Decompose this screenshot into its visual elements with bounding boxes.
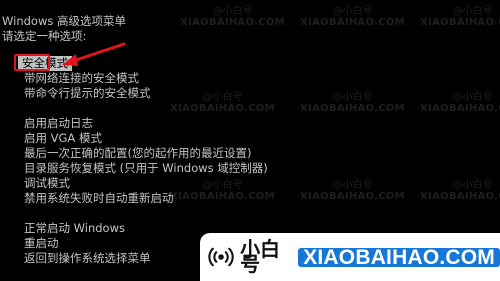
menu-item-start-normally[interactable]: 正常启动 Windows: [24, 221, 125, 236]
watermark-domain: XIAOBAIHAO.COM: [420, 191, 500, 202]
watermark-domain: XIAOBAIHAO.COM: [180, 17, 285, 28]
watermark: @小白号 XIAOBAIHAO.COM: [300, 92, 405, 114]
watermark-domain: XIAOBAIHAO.COM: [170, 103, 275, 114]
arrow-icon: [62, 42, 126, 66]
watermark-text: @小白号: [202, 180, 243, 191]
broadcast-icon: [208, 247, 234, 267]
menu-item-disable-auto-restart[interactable]: 禁用系统失败时自动重新启动: [24, 191, 174, 206]
menu-title: Windows 高级选项菜单: [2, 14, 126, 28]
highlight-box: [14, 54, 50, 71]
watermark-domain: XIAOBAIHAO.COM: [300, 191, 405, 202]
watermark: @小白号 XIAOBAIHAO.COM: [300, 6, 405, 28]
boot-menu-screen: @小白号 XIAOBAIHAO.COM @小白号 XIAOBAIHAO.COM …: [0, 0, 500, 281]
brand-logo: 小白号 XIAOBAIHAO.COM: [200, 233, 500, 281]
watermark-text: @小白号: [332, 92, 373, 103]
menu-item-return-to-os-choices[interactable]: 返回到操作系统选择菜单: [24, 251, 151, 266]
menu-item-last-known-good[interactable]: 最后一次正确的配置(您的起作用的最近设置): [24, 146, 251, 161]
watermark-text: @小白号: [332, 6, 373, 17]
watermark-text: @小白号: [202, 92, 243, 103]
watermark: @小白号 XIAOBAIHAO.COM: [420, 6, 500, 28]
watermark-text: @小白号: [452, 92, 493, 103]
watermark-text: @小白号: [212, 6, 253, 17]
watermark-text: @小白号: [452, 180, 493, 191]
watermark: @小白号 XIAOBAIHAO.COM: [170, 180, 275, 202]
watermark-text: @小白号: [332, 180, 373, 191]
watermark-text: @小白号: [452, 6, 493, 17]
watermark-domain: XIAOBAIHAO.COM: [170, 191, 275, 202]
watermark: @小白号 XIAOBAIHAO.COM: [420, 180, 500, 202]
watermark: @小白号 XIAOBAIHAO.COM: [300, 180, 405, 202]
watermark: @小白号 XIAOBAIHAO.COM: [420, 92, 500, 114]
menu-item-safe-mode-networking[interactable]: 带网络连接的安全模式: [24, 71, 139, 86]
watermark-domain: XIAOBAIHAO.COM: [420, 103, 500, 114]
watermark: @小白号 XIAOBAIHAO.COM: [180, 6, 285, 28]
watermark-domain: XIAOBAIHAO.COM: [420, 17, 500, 28]
menu-item-reboot[interactable]: 重启动: [24, 236, 59, 251]
menu-item-safe-mode-command-prompt[interactable]: 带命令行提示的安全模式: [24, 86, 151, 101]
watermark: @小白号 XIAOBAIHAO.COM: [170, 92, 275, 114]
watermark-domain: XIAOBAIHAO.COM: [300, 103, 405, 114]
watermark-domain: XIAOBAIHAO.COM: [300, 17, 405, 28]
menu-item-boot-logging[interactable]: 启用启动日志: [24, 116, 93, 131]
brand-domain: XIAOBAIHAO.COM: [298, 247, 500, 268]
menu-item-vga-mode[interactable]: 启用 VGA 模式: [24, 131, 102, 146]
menu-item-directory-services-restore[interactable]: 目录服务恢复模式 (只用于 Windows 域控制器): [24, 161, 268, 176]
menu-item-debugging-mode[interactable]: 调试模式: [24, 176, 70, 191]
brand-name: 小白号: [240, 237, 281, 276]
